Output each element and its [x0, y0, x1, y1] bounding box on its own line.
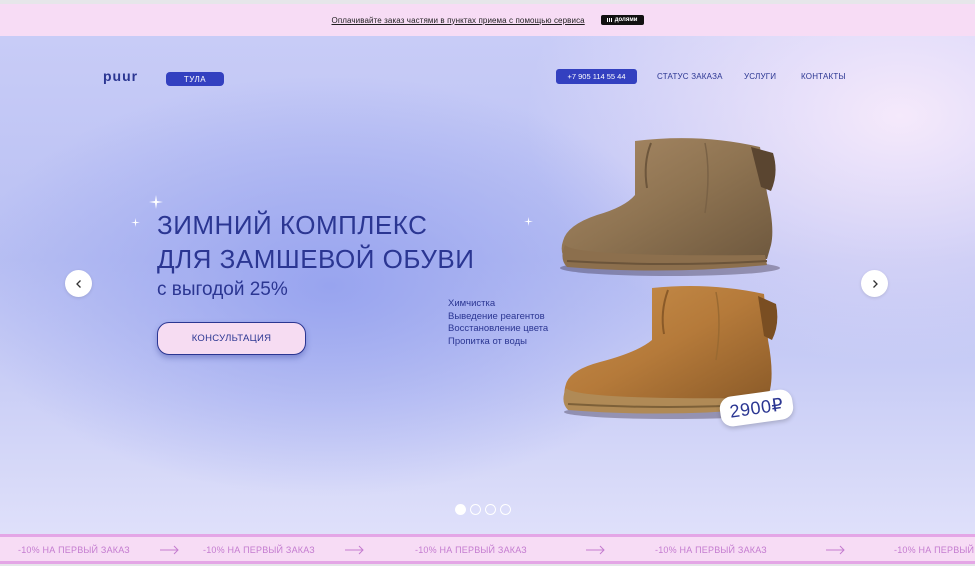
discount-marquee: -10% НА ПЕРВЫЙ ЗАКАЗ -10% НА ПЕРВЫЙ ЗАКА… — [0, 534, 975, 564]
page: Оплачивайте заказ частями в пунктах прие… — [0, 0, 975, 566]
chevron-left-icon — [75, 279, 81, 288]
arrow-right-icon — [826, 545, 845, 555]
slider-prev-button[interactable] — [65, 270, 92, 297]
marquee-text: -10% НА ПЕРВЫЙ ЗАКАЗ — [894, 545, 975, 555]
sparkle-icon — [131, 218, 140, 227]
logo[interactable]: puur — [103, 68, 138, 84]
chevron-right-icon — [872, 279, 878, 288]
boot-before-image — [560, 138, 780, 276]
hero-title-line-1: ЗИМНИЙ КОМПЛЕКС — [157, 210, 428, 240]
installments-link[interactable]: Оплачивайте заказ частями в пунктах прие… — [332, 16, 585, 25]
city-selector-button[interactable]: ТУЛА — [166, 72, 224, 86]
slider-dot-1[interactable] — [455, 504, 466, 515]
arrow-right-icon — [160, 545, 179, 555]
phone-button[interactable]: +7 905 114 55 44 — [556, 69, 637, 84]
service-item: Восстановление цвета — [448, 323, 549, 334]
slider-next-button[interactable] — [861, 270, 888, 297]
hero-title-line-2: ДЛЯ ЗАМШЕВОЙ ОБУВИ — [157, 244, 475, 274]
dolyami-badge[interactable]: долями — [600, 15, 644, 25]
marquee-text: -10% НА ПЕРВЫЙ ЗАКАЗ — [655, 545, 767, 555]
hero-title: ЗИМНИЙ КОМПЛЕКС ДЛЯ ЗАМШЕВОЙ ОБУВИ — [157, 208, 474, 276]
hero-section: puur ТУЛА +7 905 114 55 44 СТАТУС ЗАКАЗА… — [0, 36, 975, 534]
promo-banner: Оплачивайте заказ частями в пунктах прие… — [0, 4, 975, 36]
nav-order-status[interactable]: СТАТУС ЗАКАЗА — [657, 72, 723, 81]
dolyami-logo-icon — [606, 18, 612, 22]
slider-dot-4[interactable] — [500, 504, 511, 515]
slider-dot-2[interactable] — [470, 504, 481, 515]
nav-contacts[interactable]: КОНТАКТЫ — [801, 72, 846, 81]
marquee-text: -10% НА ПЕРВЫЙ ЗАКАЗ — [415, 545, 527, 555]
service-item: Химчистка — [448, 298, 496, 309]
service-item: Пропитка от воды — [448, 335, 527, 347]
sparkle-icon — [524, 217, 533, 226]
sparkle-icon — [149, 195, 163, 209]
slider-dot-3[interactable] — [485, 504, 496, 515]
consultation-button[interactable]: КОНСУЛЬТАЦИЯ — [157, 322, 306, 355]
service-item: Выведение реагентов — [448, 310, 545, 322]
marquee-text: -10% НА ПЕРВЫЙ ЗАКАЗ — [18, 545, 130, 555]
slider-dots — [455, 504, 511, 515]
services-list: Химчистка Выведение реагентов Восстановл… — [448, 298, 548, 348]
arrow-right-icon — [586, 545, 605, 555]
dolyami-label: долями — [614, 17, 638, 23]
nav-services[interactable]: УСЛУГИ — [744, 72, 776, 81]
marquee-text: -10% НА ПЕРВЫЙ ЗАКАЗ — [203, 545, 315, 555]
arrow-right-icon — [345, 545, 364, 555]
hero-subtitle: с выгодой 25% — [157, 279, 288, 300]
